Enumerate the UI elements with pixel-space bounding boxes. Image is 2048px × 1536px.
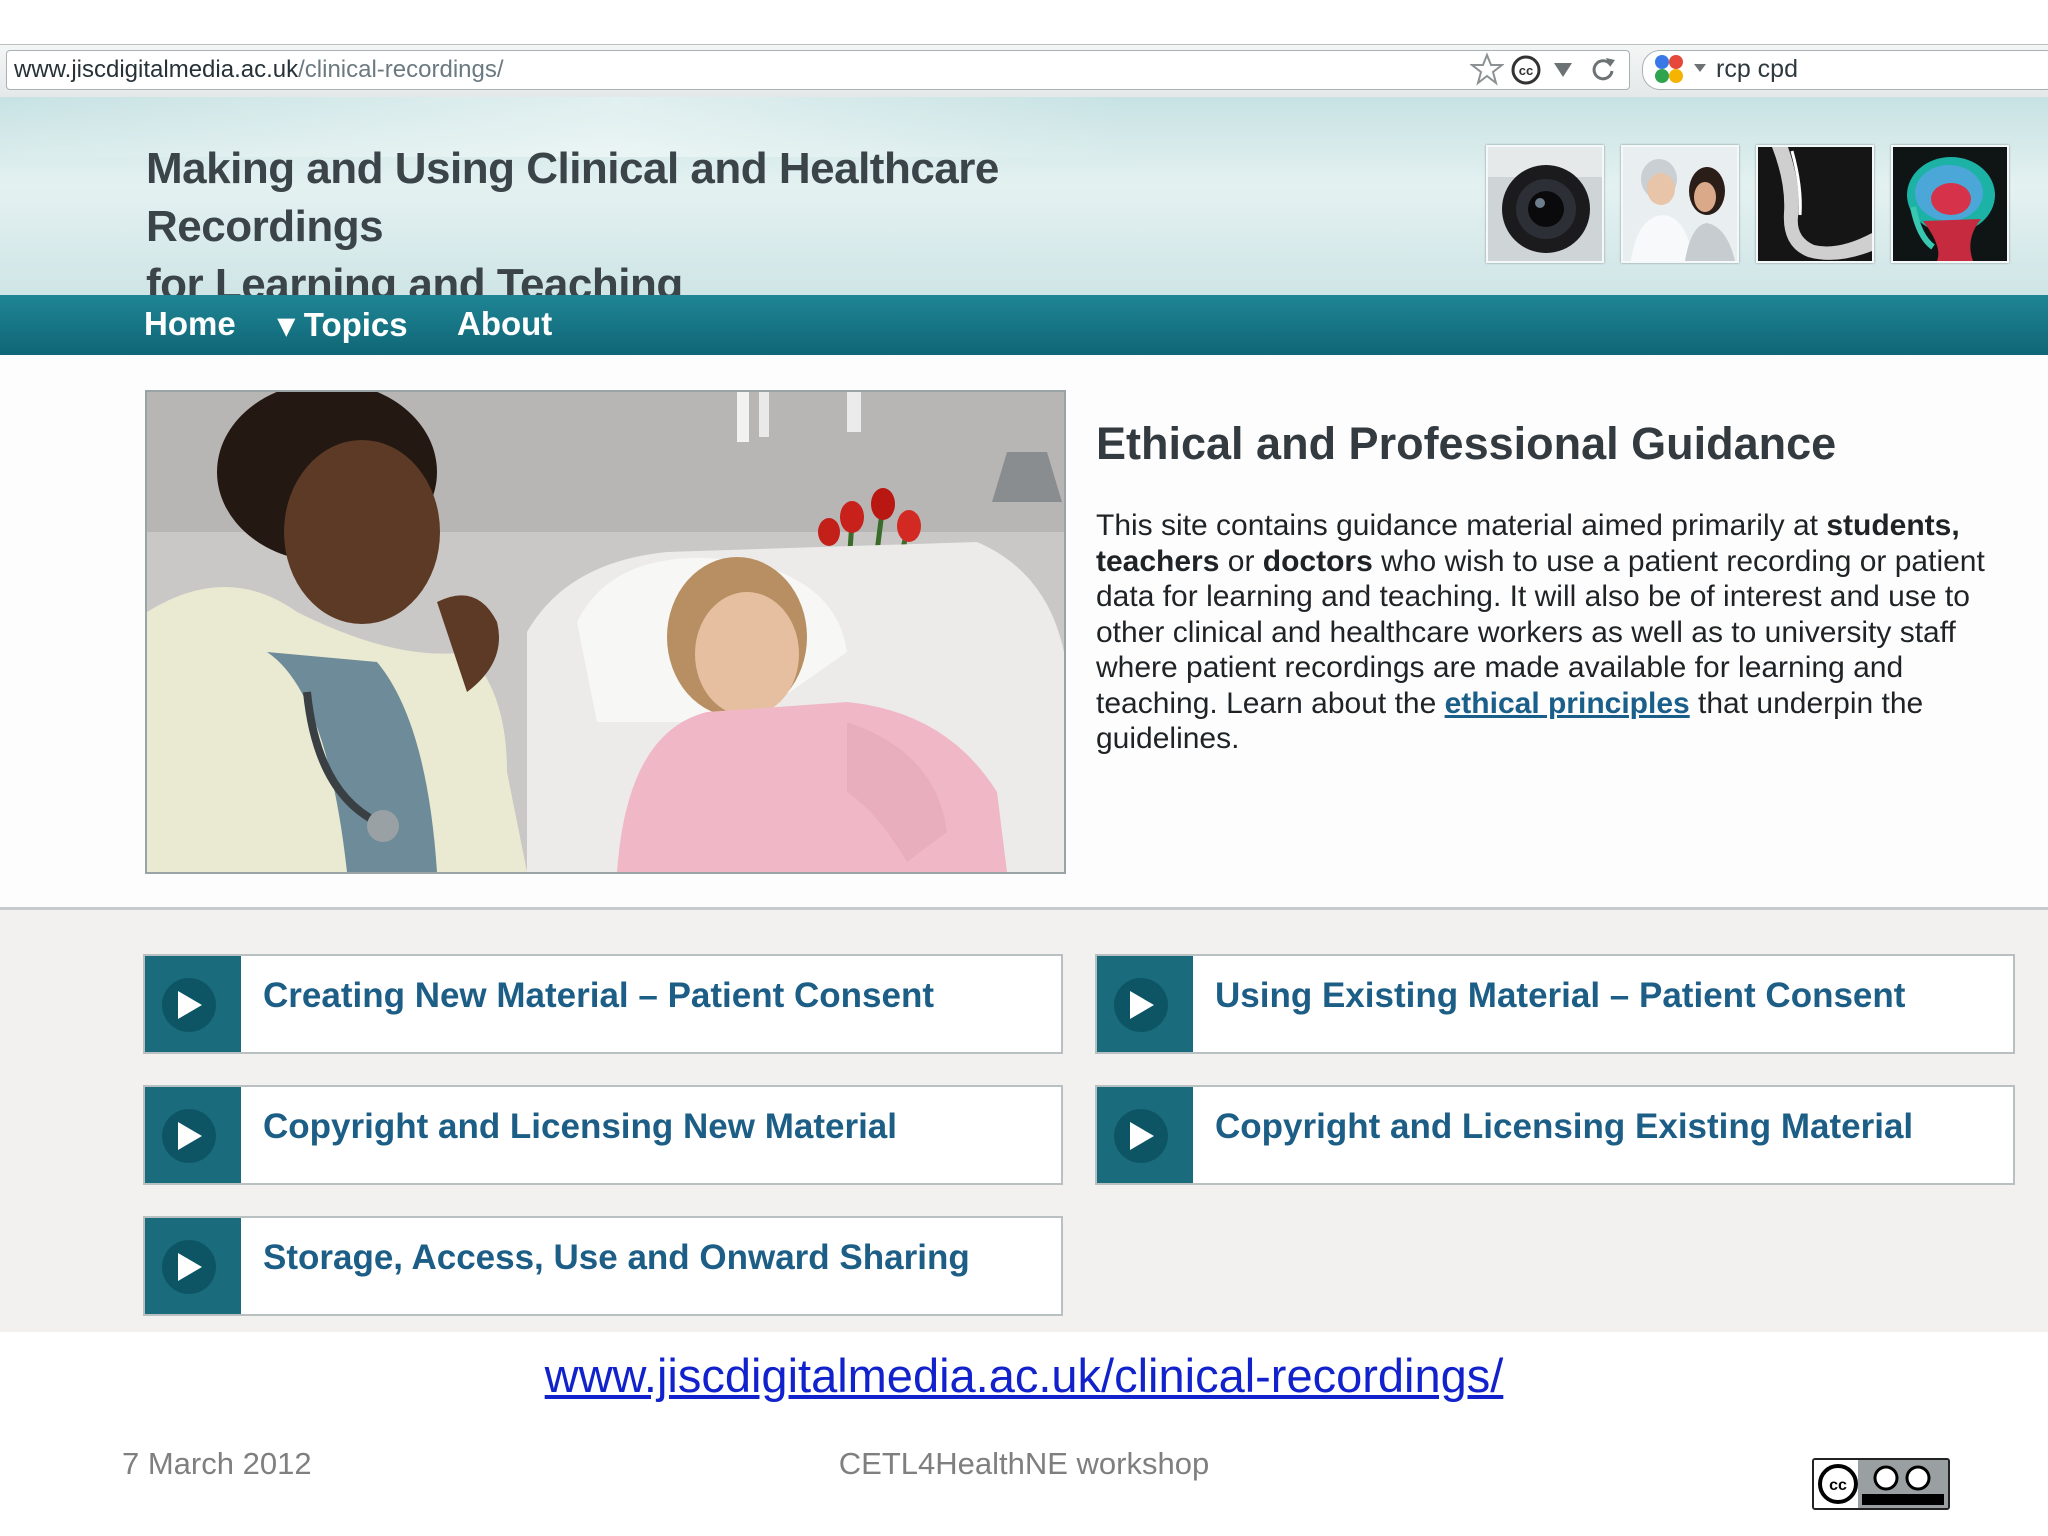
reload-icon[interactable] <box>1588 54 1618 84</box>
guidance-text: This site contains guidance material aim… <box>1096 508 2026 757</box>
mri-scan-image <box>1891 145 2009 263</box>
url-text[interactable]: www.jiscdigitalmedia.ac.uk/clinical-reco… <box>14 56 504 84</box>
topic-label: Copyright and Licensing Existing Materia… <box>1215 1107 1914 1146</box>
nav-home[interactable]: Home <box>144 305 236 343</box>
google-icon[interactable] <box>1652 52 1686 86</box>
nav-about[interactable]: About <box>457 305 552 343</box>
guidance-text-part: or <box>1219 544 1263 578</box>
svg-text:cc: cc <box>1829 1477 1847 1494</box>
topic-label: Copyright and Licensing New Material <box>263 1107 897 1146</box>
play-icon <box>1130 991 1154 1019</box>
slide-url-text[interactable]: www.jiscdigitalmedia.ac.uk/clinical-reco… <box>545 1349 1504 1402</box>
cc-icon[interactable]: cc <box>1510 54 1542 86</box>
play-icon <box>1130 1122 1154 1150</box>
site-title: Making and Using Clinical and Healthcare… <box>146 140 1246 314</box>
nav-topics[interactable]: ▾ Topics <box>278 305 408 344</box>
play-icon <box>178 1122 202 1150</box>
dropdown-arrow-icon[interactable] <box>1552 60 1574 80</box>
doctor-examining-image <box>1621 145 1739 263</box>
xray-image <box>1756 145 1874 263</box>
search-engine-dropdown-icon[interactable] <box>1693 62 1707 74</box>
hero-photo-nurse-and-patient <box>145 390 1066 874</box>
guidance-title: Ethical and Professional Guidance <box>1096 418 1837 469</box>
site-title-line1: Making and Using Clinical and Healthcare… <box>146 144 999 251</box>
topic-label: Creating New Material – Patient Consent <box>263 976 934 1015</box>
svg-text:cc: cc <box>1519 63 1533 78</box>
topic-label: Storage, Access, Use and Onward Sharing <box>263 1238 970 1277</box>
bookmark-star-icon[interactable] <box>1470 52 1504 86</box>
emphasis-teachers: teachers <box>1096 544 1220 578</box>
camera-lens-image <box>1486 145 1604 263</box>
emphasis-students: students, <box>1826 509 1960 542</box>
guidance-text-part: This site contains guidance material aim… <box>1096 509 1827 542</box>
url-path: /clinical-recordings/ <box>298 56 504 83</box>
topic-creating-new-consent[interactable]: Creating New Material – Patient Consent <box>143 954 1063 1054</box>
topic-copyright-new[interactable]: Copyright and Licensing New Material <box>143 1085 1063 1185</box>
slide-url-link[interactable]: www.jiscdigitalmedia.ac.uk/clinical-reco… <box>0 1348 2048 1403</box>
topic-label: Using Existing Material – Patient Consen… <box>1215 976 1906 1015</box>
topic-copyright-existing[interactable]: Copyright and Licensing Existing Materia… <box>1095 1085 2015 1185</box>
emphasis-doctors: doctors <box>1262 544 1373 578</box>
search-input[interactable]: rcp cpd <box>1716 55 1798 84</box>
topic-using-existing-consent[interactable]: Using Existing Material – Patient Consen… <box>1095 954 2015 1054</box>
play-icon <box>178 991 202 1019</box>
play-icon <box>178 1253 202 1281</box>
ethical-principles-link[interactable]: ethical principles <box>1445 687 1690 720</box>
footer-title: CETL4HealthNE workshop <box>838 1446 1210 1481</box>
url-host: www.jiscdigitalmedia.ac.uk <box>14 56 299 83</box>
cc-by-sa-license-icon: cc <box>1812 1458 1950 1510</box>
topic-storage-access[interactable]: Storage, Access, Use and Onward Sharing <box>143 1216 1063 1316</box>
